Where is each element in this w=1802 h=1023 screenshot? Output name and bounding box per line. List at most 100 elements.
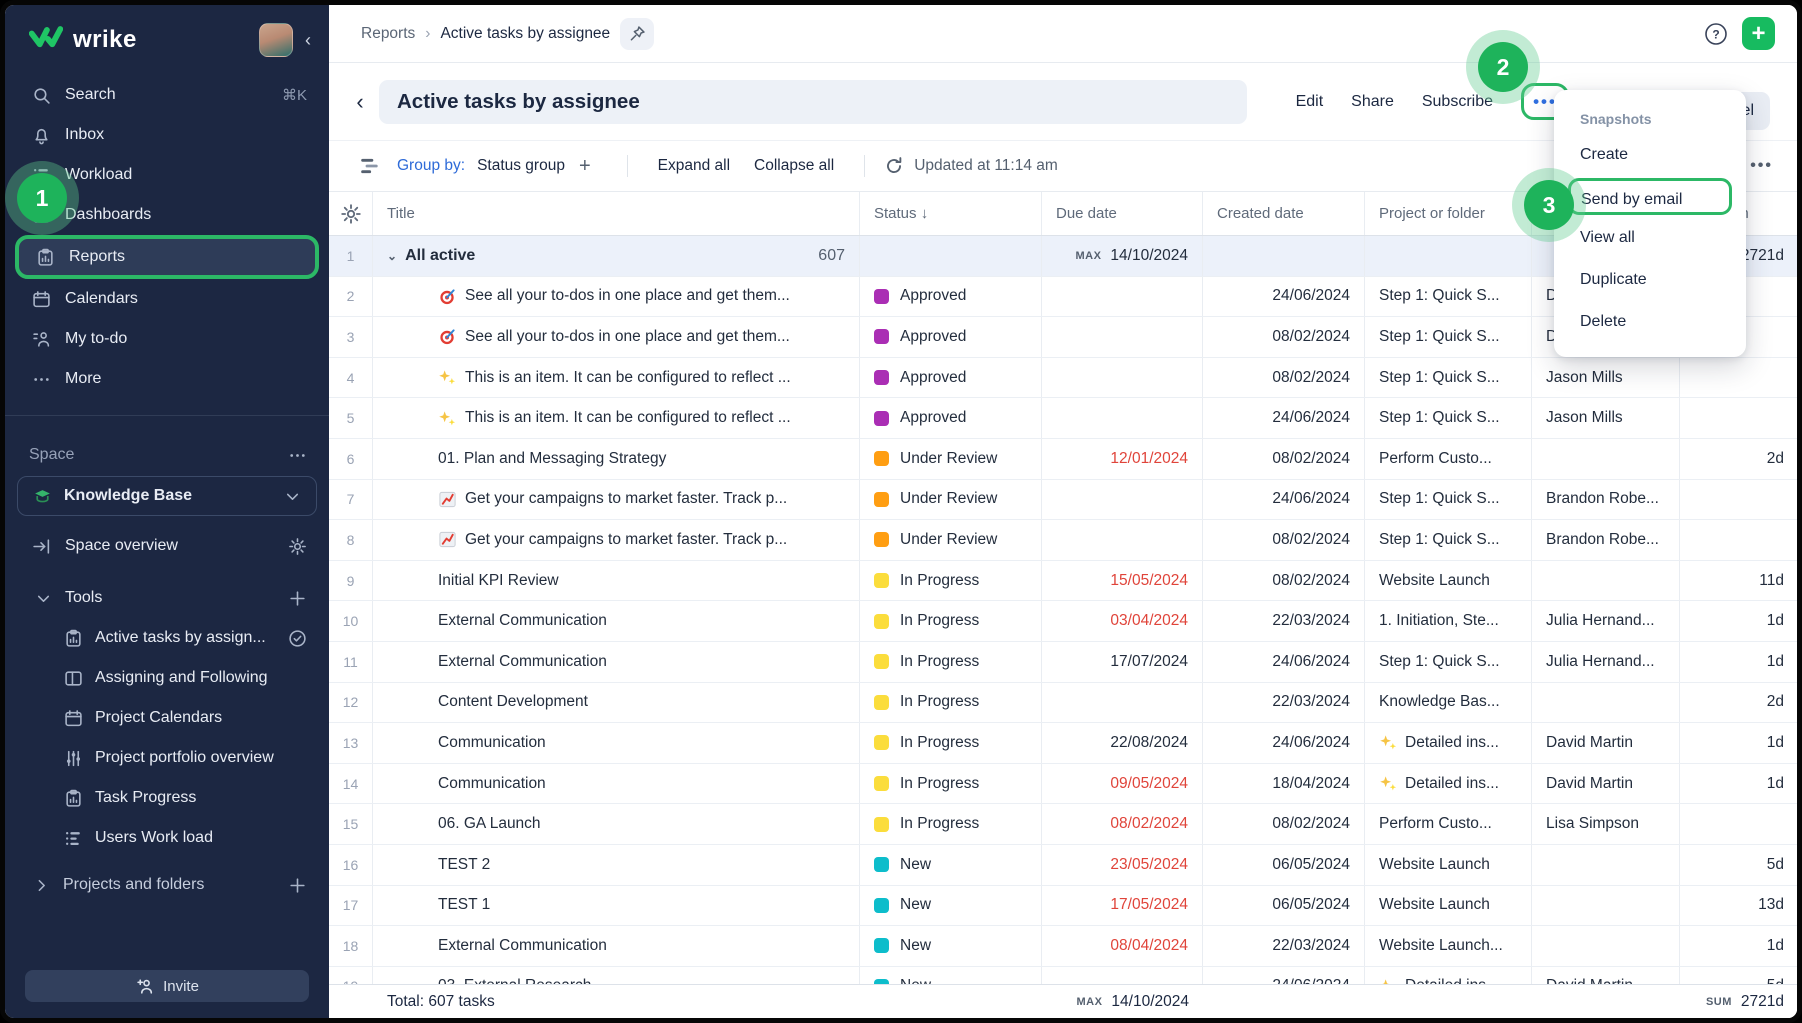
- due-date-cell[interactable]: 23/05/2024: [1042, 845, 1203, 885]
- status-cell[interactable]: In Progress: [860, 683, 1042, 723]
- project-cell[interactable]: Knowledge Bas...: [1365, 683, 1532, 723]
- assignee-cell[interactable]: [1532, 886, 1680, 926]
- status-cell[interactable]: Approved: [860, 317, 1042, 357]
- created-date-cell[interactable]: 06/05/2024: [1203, 845, 1365, 885]
- assignee-cell[interactable]: [1532, 561, 1680, 601]
- group-by-icon[interactable]: [359, 155, 381, 177]
- assignee-cell[interactable]: David Martin: [1532, 723, 1680, 763]
- project-cell[interactable]: Step 1: Quick S...: [1365, 317, 1532, 357]
- due-date-cell[interactable]: 03/04/2024: [1042, 601, 1203, 641]
- project-cell[interactable]: Step 1: Quick S...: [1365, 398, 1532, 438]
- due-date-cell[interactable]: 17/05/2024: [1042, 886, 1203, 926]
- assignee-cell[interactable]: [1532, 845, 1680, 885]
- created-date-cell[interactable]: 06/05/2024: [1203, 886, 1365, 926]
- duration-cell[interactable]: [1680, 358, 1797, 398]
- duration-cell[interactable]: 1d: [1680, 926, 1797, 966]
- due-date-cell[interactable]: 09/05/2024: [1042, 764, 1203, 804]
- table-row[interactable]: 601. Plan and Messaging StrategyUnder Re…: [329, 439, 1797, 480]
- duration-cell[interactable]: [1680, 480, 1797, 520]
- assignee-cell[interactable]: Julia Hernand...: [1532, 601, 1680, 641]
- status-cell[interactable]: Under Review: [860, 480, 1042, 520]
- status-cell[interactable]: In Progress: [860, 723, 1042, 763]
- created-date-cell[interactable]: 08/02/2024: [1203, 358, 1365, 398]
- duration-cell[interactable]: 13d: [1680, 886, 1797, 926]
- sidebar-item-space-overview[interactable]: Space overview: [5, 524, 329, 568]
- table-row[interactable]: 10External CommunicationIn Progress03/04…: [329, 601, 1797, 642]
- task-title-cell[interactable]: TEST 2: [373, 845, 860, 885]
- task-title-cell[interactable]: See all your to-dos in one place and get…: [373, 317, 860, 357]
- invite-button[interactable]: Invite: [25, 970, 309, 1002]
- menu-item-duplicate[interactable]: Duplicate: [1554, 259, 1746, 301]
- created-date-cell[interactable]: 24/06/2024: [1203, 967, 1365, 984]
- sidebar-item-assigning-and-following[interactable]: Assigning and Following: [5, 658, 329, 698]
- table-row[interactable]: 1903. External ResearchNew24/06/2024Deta…: [329, 967, 1797, 984]
- status-cell[interactable]: Approved: [860, 358, 1042, 398]
- wrike-logo[interactable]: wrike: [29, 25, 137, 56]
- group-title-cell[interactable]: ⌄ All active 607: [373, 236, 860, 276]
- status-cell[interactable]: Approved: [860, 277, 1042, 317]
- project-cell[interactable]: Website Launch: [1365, 886, 1532, 926]
- created-date-cell[interactable]: 24/06/2024: [1203, 398, 1365, 438]
- menu-item-delete[interactable]: Delete: [1554, 301, 1746, 343]
- due-date-cell[interactable]: 22/08/2024: [1042, 723, 1203, 763]
- assignee-cell[interactable]: Julia Hernand...: [1532, 642, 1680, 682]
- task-title-cell[interactable]: Communication: [373, 723, 860, 763]
- due-date-cell[interactable]: [1042, 683, 1203, 723]
- refresh-icon[interactable]: [883, 155, 905, 177]
- project-cell[interactable]: Step 1: Quick S...: [1365, 358, 1532, 398]
- pin-button[interactable]: [620, 18, 654, 50]
- col-due-date[interactable]: Due date: [1042, 192, 1203, 235]
- assignee-cell[interactable]: Lisa Simpson: [1532, 804, 1680, 844]
- due-date-cell[interactable]: [1042, 480, 1203, 520]
- task-title-cell[interactable]: 03. External Research: [373, 967, 860, 984]
- collapse-all-button[interactable]: Collapse all: [754, 157, 834, 175]
- share-button[interactable]: Share: [1351, 93, 1394, 111]
- group-by-value[interactable]: Status group: [477, 157, 565, 175]
- due-date-cell[interactable]: 15/05/2024: [1042, 561, 1203, 601]
- space-more-icon[interactable]: [287, 445, 307, 465]
- help-button[interactable]: ?: [1700, 18, 1732, 50]
- duration-cell[interactable]: 2d: [1680, 683, 1797, 723]
- report-title-input[interactable]: Active tasks by assignee: [379, 80, 1247, 124]
- col-status[interactable]: Status ↓: [860, 192, 1042, 235]
- sidebar-item-project-portfolio-overview[interactable]: Project portfolio overview: [5, 738, 329, 778]
- sidebar-item-search[interactable]: Search⌘K: [5, 75, 329, 115]
- duration-cell[interactable]: [1680, 398, 1797, 438]
- duration-cell[interactable]: 5d: [1680, 845, 1797, 885]
- project-cell[interactable]: Detailed ins...: [1365, 764, 1532, 804]
- due-date-cell[interactable]: [1042, 358, 1203, 398]
- project-cell[interactable]: 1. Initiation, Ste...: [1365, 601, 1532, 641]
- col-created-date[interactable]: Created date: [1203, 192, 1365, 235]
- status-cell[interactable]: New: [860, 967, 1042, 984]
- sidebar-item-users-work-load[interactable]: Users Work load: [5, 818, 329, 858]
- table-row[interactable]: 16TEST 2New23/05/202406/05/2024Website L…: [329, 845, 1797, 886]
- table-row[interactable]: 13CommunicationIn Progress22/08/202424/0…: [329, 723, 1797, 764]
- menu-item-view-all[interactable]: View all: [1554, 217, 1746, 259]
- status-cell[interactable]: In Progress: [860, 804, 1042, 844]
- task-title-cell[interactable]: Initial KPI Review: [373, 561, 860, 601]
- duration-cell[interactable]: 5d: [1680, 967, 1797, 984]
- sidebar-item-reports[interactable]: Reports: [15, 235, 319, 279]
- duration-cell[interactable]: 2d: [1680, 439, 1797, 479]
- task-title-cell[interactable]: External Communication: [373, 926, 860, 966]
- duration-cell[interactable]: [1680, 804, 1797, 844]
- task-title-cell[interactable]: 06. GA Launch: [373, 804, 860, 844]
- menu-item-create[interactable]: Create: [1554, 134, 1746, 176]
- status-cell[interactable]: In Progress: [860, 764, 1042, 804]
- duration-cell[interactable]: [1680, 520, 1797, 560]
- task-title-cell[interactable]: This is an item. It can be configured to…: [373, 398, 860, 438]
- assignee-cell[interactable]: [1532, 439, 1680, 479]
- project-cell[interactable]: Website Launch: [1365, 561, 1532, 601]
- due-date-cell[interactable]: [1042, 520, 1203, 560]
- status-cell[interactable]: Under Review: [860, 520, 1042, 560]
- created-date-cell[interactable]: 24/06/2024: [1203, 277, 1365, 317]
- status-cell[interactable]: In Progress: [860, 642, 1042, 682]
- duration-cell[interactable]: 1d: [1680, 642, 1797, 682]
- sidebar-item-active-tasks-by-assign[interactable]: Active tasks by assign...: [5, 618, 329, 658]
- task-title-cell[interactable]: 01. Plan and Messaging Strategy: [373, 439, 860, 479]
- created-date-cell[interactable]: 08/02/2024: [1203, 520, 1365, 560]
- space-selector[interactable]: Knowledge Base: [17, 476, 317, 516]
- project-cell[interactable]: Step 1: Quick S...: [1365, 642, 1532, 682]
- due-date-cell[interactable]: [1042, 317, 1203, 357]
- back-button[interactable]: ‹: [341, 83, 379, 121]
